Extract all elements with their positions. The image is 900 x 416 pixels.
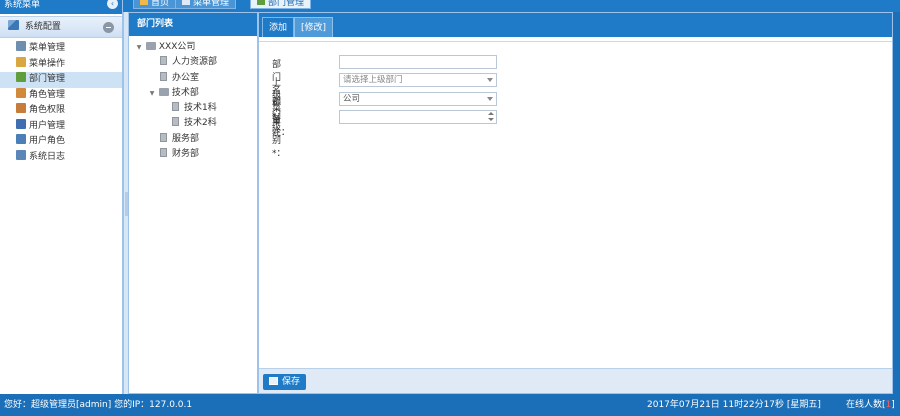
nav-item-menu-manage[interactable]: 菜单管理 xyxy=(0,41,122,57)
collapse-group-icon[interactable] xyxy=(103,22,114,33)
online-label: 在线人数[ xyxy=(846,400,886,410)
nav-header: 系统菜单 ‹ xyxy=(0,0,122,14)
dept-icon xyxy=(257,0,265,5)
folder-icon xyxy=(145,42,156,50)
role-permission-icon xyxy=(16,103,26,113)
role-icon xyxy=(16,87,26,98)
tab-menu-manage[interactable]: 菜单管理 xyxy=(175,0,237,9)
nav-item-dept[interactable]: 部门管理 xyxy=(0,72,122,88)
menu-action-icon xyxy=(16,56,26,67)
document-icon xyxy=(160,148,167,158)
document-icon xyxy=(160,71,167,81)
nav-item-menu-action[interactable]: 菜单操作 xyxy=(0,56,122,73)
nav-item-label: 角色权限 xyxy=(29,105,66,115)
document-icon xyxy=(172,117,179,127)
nav-item-label: 角色管理 xyxy=(29,89,66,100)
nav-item-user-role[interactable]: 用户角色 xyxy=(0,134,122,150)
tab-label: 部门管理 xyxy=(268,0,305,8)
chevron-down-icon[interactable] xyxy=(487,78,493,82)
dept-tree-panel: 部门列表 ▼ XXX公司 人力资源部 办公室 ▼ 技术部 技术1科 技术2科 服… xyxy=(128,12,258,394)
remark-label: 备注： xyxy=(272,115,291,138)
nav-item-user[interactable]: 用户管理 xyxy=(0,118,122,135)
user-role-icon xyxy=(16,134,26,144)
nav-item-system-log[interactable]: 系统日志 xyxy=(0,149,122,166)
tree-node-company[interactable]: ▼ XXX公司 xyxy=(129,40,257,55)
tree-node-label: 技术部 xyxy=(171,87,199,98)
nav-menu: 菜单管理 菜单操作 部门管理 角色管理 角色权限 用户管理 用户角色 系统日志 xyxy=(0,38,122,165)
level-select[interactable]: 公司 xyxy=(339,92,497,106)
tab-add[interactable]: 添加 xyxy=(262,17,295,37)
page-tabs: 首页 菜单管理 部门管理 xyxy=(123,0,900,12)
user-icon xyxy=(16,118,26,129)
expand-toggle-icon[interactable]: ▼ xyxy=(148,86,156,101)
dept-tree-title: 部门列表 xyxy=(129,13,257,36)
tree-node-tech1[interactable]: 技术1科 xyxy=(129,101,257,116)
spinner-icon[interactable] xyxy=(487,111,494,123)
remark-input[interactable] xyxy=(339,110,497,124)
current-datetime: 2017年07月21日 11时22分17秒 [星期五] xyxy=(647,400,821,410)
left-navigation: 系统菜单 ‹ 系统配置 菜单管理 菜单操作 部门管理 角色管理 角色权限 用户管… xyxy=(0,0,123,394)
parent-select[interactable]: 请选择上级部门 xyxy=(339,73,497,87)
nav-item-role-permission[interactable]: 角色权限 xyxy=(0,103,122,119)
group-header-system-config[interactable]: 系统配置 xyxy=(0,16,122,38)
system-config-icon xyxy=(8,20,19,30)
tree-node-hr[interactable]: 人力资源部 xyxy=(129,55,257,70)
nav-item-label: 用户管理 xyxy=(29,120,66,131)
nav-item-label: 菜单操作 xyxy=(29,58,66,69)
tab-edit[interactable]: [修改] xyxy=(294,17,334,37)
dept-form: 部门名称*： 上级菜单*： 请选择上级部门 部门级别*： 公司 备注： xyxy=(259,41,892,366)
folder-icon xyxy=(158,87,169,96)
tree-node-label: 技术2科 xyxy=(184,118,217,129)
tree-node-label: 人力资源部 xyxy=(172,57,218,68)
tab-label: 首页 xyxy=(151,0,170,8)
expand-toggle-icon[interactable]: ▼ xyxy=(135,40,143,55)
status-bar: 您好：超级管理员[admin] 您的IP：127.0.0.1 2017年07月2… xyxy=(0,394,900,416)
nav-item-label: 系统日志 xyxy=(29,151,66,162)
tree-node-tech2[interactable]: 技术2科 xyxy=(129,116,257,131)
tab-dept-manage[interactable]: 部门管理 xyxy=(250,0,312,9)
save-icon xyxy=(269,377,278,385)
nav-item-role[interactable]: 角色管理 xyxy=(0,87,122,104)
tree-node-label: 服务部 xyxy=(172,133,200,144)
online-users: 在线人数[1] xyxy=(846,397,895,413)
tree-node-label: 财务部 xyxy=(172,149,200,160)
save-label: 保存 xyxy=(282,377,301,387)
tree-node-label: 办公室 xyxy=(172,72,200,83)
document-icon xyxy=(172,102,179,112)
edit-footer: 保存 xyxy=(259,368,892,393)
nav-item-label: 用户角色 xyxy=(29,136,66,146)
nav-title: 系统菜单 xyxy=(4,0,41,10)
dept-name-input[interactable] xyxy=(339,55,497,69)
user-greeting: 您好：超级管理员[admin] 您的IP：127.0.0.1 xyxy=(4,400,193,410)
tree-node-service[interactable]: 服务部 xyxy=(129,132,257,147)
group-label: 系统配置 xyxy=(24,22,61,32)
collapse-nav-icon[interactable]: ‹ xyxy=(107,0,118,9)
home-icon xyxy=(140,0,148,5)
menu-manage-icon xyxy=(182,0,190,5)
nav-item-label: 菜单管理 xyxy=(29,43,66,53)
level-value: 公司 xyxy=(343,94,361,104)
log-icon xyxy=(16,149,26,160)
online-suffix: ] xyxy=(891,400,895,410)
parent-placeholder: 请选择上级部门 xyxy=(343,75,403,85)
dept-edit-panel: 添加 [修改] 部门名称*： 上级菜单*： 请选择上级部门 部门级别*： 公司 … xyxy=(258,12,893,394)
tree-node-label: XXX公司 xyxy=(158,42,196,52)
dept-icon xyxy=(16,72,26,82)
tree-node-tech[interactable]: ▼ 技术部 xyxy=(129,86,257,101)
nav-item-label: 部门管理 xyxy=(29,74,66,84)
document-icon xyxy=(160,56,167,66)
dept-tree: ▼ XXX公司 人力资源部 办公室 ▼ 技术部 技术1科 技术2科 服务部 财务… xyxy=(129,36,257,162)
tab-label: 菜单管理 xyxy=(193,0,230,8)
tab-home[interactable]: 首页 xyxy=(133,0,177,9)
menu-manage-icon xyxy=(16,41,26,51)
tree-node-finance[interactable]: 财务部 xyxy=(129,147,257,162)
tree-node-label: 技术1科 xyxy=(184,103,217,114)
tree-node-office[interactable]: 办公室 xyxy=(129,71,257,86)
save-button[interactable]: 保存 xyxy=(263,374,307,390)
edit-tabs: 添加 [修改] xyxy=(259,13,892,37)
chevron-down-icon[interactable] xyxy=(487,97,493,101)
document-icon xyxy=(160,132,167,142)
